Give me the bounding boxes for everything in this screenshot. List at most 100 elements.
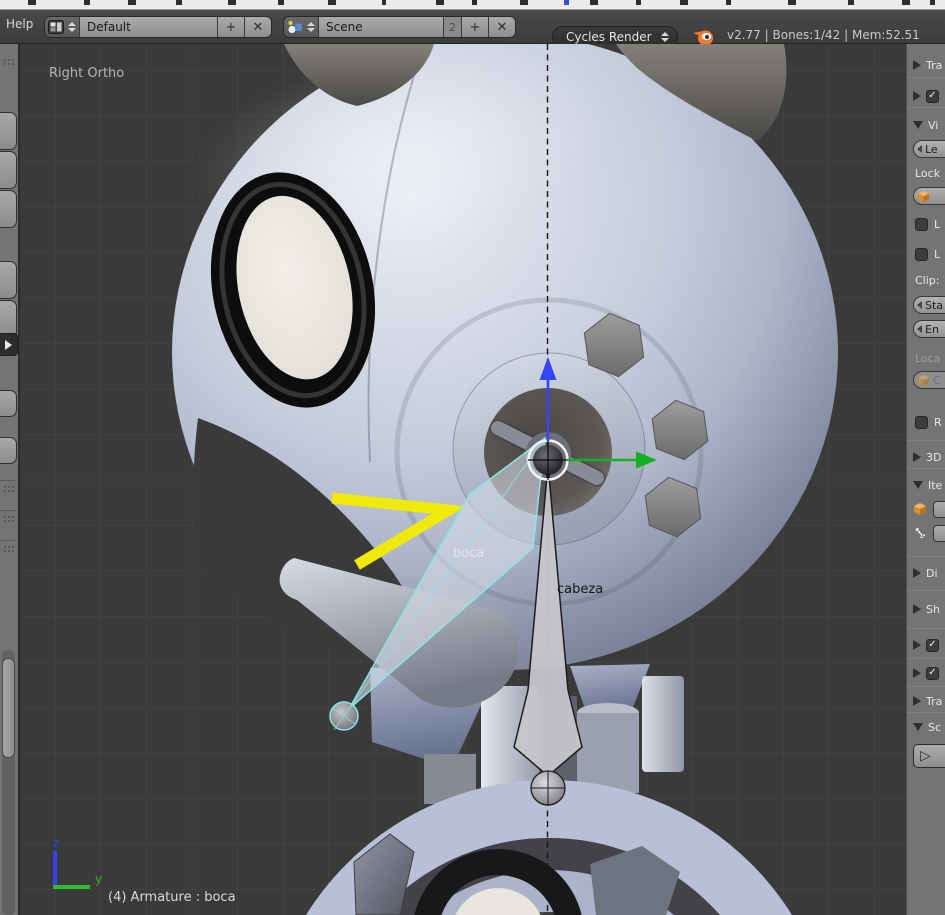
scrollbar-thumb[interactable]	[2, 658, 15, 758]
scene-icon	[288, 21, 302, 34]
item-bone-row[interactable]	[913, 524, 927, 542]
panel-label: 3D	[926, 450, 942, 464]
scene-selector[interactable]: Scene 2 + ✕	[283, 16, 516, 38]
panel-header-grease-pencil[interactable]: ✓	[913, 87, 944, 105]
panel-header-background-images[interactable]: ✓	[913, 664, 944, 682]
help-menu[interactable]: Help	[6, 17, 33, 31]
panel-label: Tra	[926, 694, 943, 708]
panel-header-motion-tracking[interactable]: ✓	[913, 636, 944, 654]
panel-header-transform[interactable]: Tra	[913, 56, 942, 74]
disclosure-triangle-open-icon	[913, 121, 923, 129]
play-icon: ▷	[920, 748, 931, 764]
screen-layout-icon[interactable]	[45, 17, 79, 37]
object-cube-icon	[914, 503, 926, 515]
disclosure-triangle-icon	[913, 452, 921, 462]
expand-panel-button[interactable]	[0, 333, 18, 356]
panel-label: Di	[926, 566, 938, 580]
panel-label: Ite	[928, 478, 943, 492]
bone-icon	[915, 527, 926, 539]
slider-arrow-left-icon[interactable]	[917, 301, 922, 309]
slider-label: Le	[925, 142, 938, 156]
lock-object-field[interactable]	[913, 187, 945, 205]
panel-label: Sc	[928, 720, 942, 734]
panel-header-3d-cursor[interactable]: 3D	[913, 448, 941, 466]
slider-label: En	[925, 322, 939, 336]
tool-button[interactable]	[0, 151, 17, 189]
tool-button[interactable]	[0, 112, 17, 150]
disclosure-triangle-icon	[913, 91, 921, 101]
disclosure-triangle-icon	[913, 696, 921, 706]
checkbox-checked-icon[interactable]: ✓	[926, 638, 939, 652]
render-engine-value: Cycles Render	[566, 30, 652, 44]
checkbox-label: R	[934, 415, 942, 429]
lock-to-cursor-checkbox[interactable]: L	[915, 216, 940, 232]
render-border-checkbox[interactable]: R	[915, 414, 942, 430]
panel-header-display[interactable]: Di	[913, 564, 938, 582]
scene-name-field[interactable]: Scene	[318, 17, 443, 37]
panel-header-view[interactable]: Vi	[913, 116, 938, 134]
panel-grip-icon[interactable]	[3, 545, 15, 552]
tool-button[interactable]	[0, 437, 17, 464]
panel-header-transform-orientations[interactable]: Tra	[913, 692, 942, 710]
slider-arrow-left-icon[interactable]	[917, 325, 922, 333]
clip-label: Clip:	[915, 274, 940, 287]
close-layout-button[interactable]: ✕	[244, 17, 271, 37]
properties-n-panel: Tra ✓ Vi Le Lock L L Clip: Sta En Loca C…	[906, 44, 945, 915]
scene-browse-button[interactable]	[284, 17, 318, 37]
checkbox-checked-icon[interactable]: ✓	[926, 666, 939, 680]
checkbox-icon[interactable]	[915, 415, 928, 429]
scene-render	[53, 44, 838, 915]
dropdown-arrows-icon	[68, 22, 76, 32]
panel-grip-icon[interactable]	[3, 485, 15, 492]
close-scene-button[interactable]: ✕	[488, 17, 515, 37]
tool-button[interactable]	[0, 261, 17, 299]
slider-label: Sta	[925, 298, 944, 312]
add-layout-button[interactable]: +	[217, 17, 244, 37]
disclosure-triangle-icon	[913, 668, 921, 678]
status-stats: v2.77 | Bones:1/42 | Mem:52.51	[727, 28, 920, 42]
scene-users-count: 2	[443, 17, 461, 37]
panel-grip-icon[interactable]	[3, 58, 15, 65]
panel-header-shading[interactable]: Sh	[913, 600, 940, 618]
local-camera-field[interactable]: C	[913, 371, 945, 389]
disclosure-triangle-open-icon	[913, 481, 923, 489]
lock-camera-checkbox[interactable]: L	[915, 246, 940, 262]
disclosure-triangle-icon	[913, 640, 921, 650]
slider-arrow-left-icon[interactable]	[917, 145, 922, 153]
screen-layout-selector[interactable]: Default + ✕	[44, 16, 272, 38]
panel-label: Tra	[926, 58, 943, 72]
local-camera-label: Loca	[915, 352, 941, 365]
object-name-field[interactable]	[933, 501, 945, 518]
tool-shelf-strip	[0, 44, 20, 915]
disclosure-triangle-icon	[913, 60, 921, 70]
play-button[interactable]: ▷	[913, 744, 945, 768]
item-object-row[interactable]	[913, 500, 927, 518]
viewport-3d[interactable]: Right Ortho boca cabeza z y (4) Armature…	[22, 44, 906, 915]
add-scene-button[interactable]: +	[461, 17, 488, 37]
checkbox-checked-icon[interactable]: ✓	[926, 89, 939, 103]
panel-header-item[interactable]: Ite	[913, 476, 942, 494]
panel-grip-icon[interactable]	[3, 515, 15, 522]
object-cube-icon	[917, 374, 930, 386]
tool-button[interactable]	[0, 190, 17, 228]
panel-label: Vi	[928, 118, 939, 132]
arrow-right-icon	[5, 339, 12, 350]
clip-end-slider[interactable]: En	[913, 320, 945, 338]
checkbox-icon[interactable]	[915, 247, 928, 261]
panel-label: Sh	[926, 602, 940, 616]
layout-icon	[48, 20, 64, 34]
torso-rings	[306, 780, 792, 915]
object-cube-icon	[917, 190, 930, 202]
layout-name-field[interactable]: Default	[79, 17, 217, 37]
tool-button[interactable]	[0, 390, 17, 417]
disclosure-triangle-open-icon	[913, 723, 923, 731]
lens-slider[interactable]: Le	[913, 140, 945, 158]
cropped-ui-strip	[0, 0, 945, 10]
axis-gizmo	[53, 851, 90, 889]
panel-header-screencast[interactable]: Sc	[913, 718, 941, 736]
bone-name-field[interactable]	[933, 525, 945, 542]
checkbox-icon[interactable]	[915, 217, 928, 231]
checkbox-label: L	[934, 217, 941, 231]
clip-start-slider[interactable]: Sta	[913, 296, 945, 314]
dropdown-arrows-icon	[661, 32, 669, 42]
